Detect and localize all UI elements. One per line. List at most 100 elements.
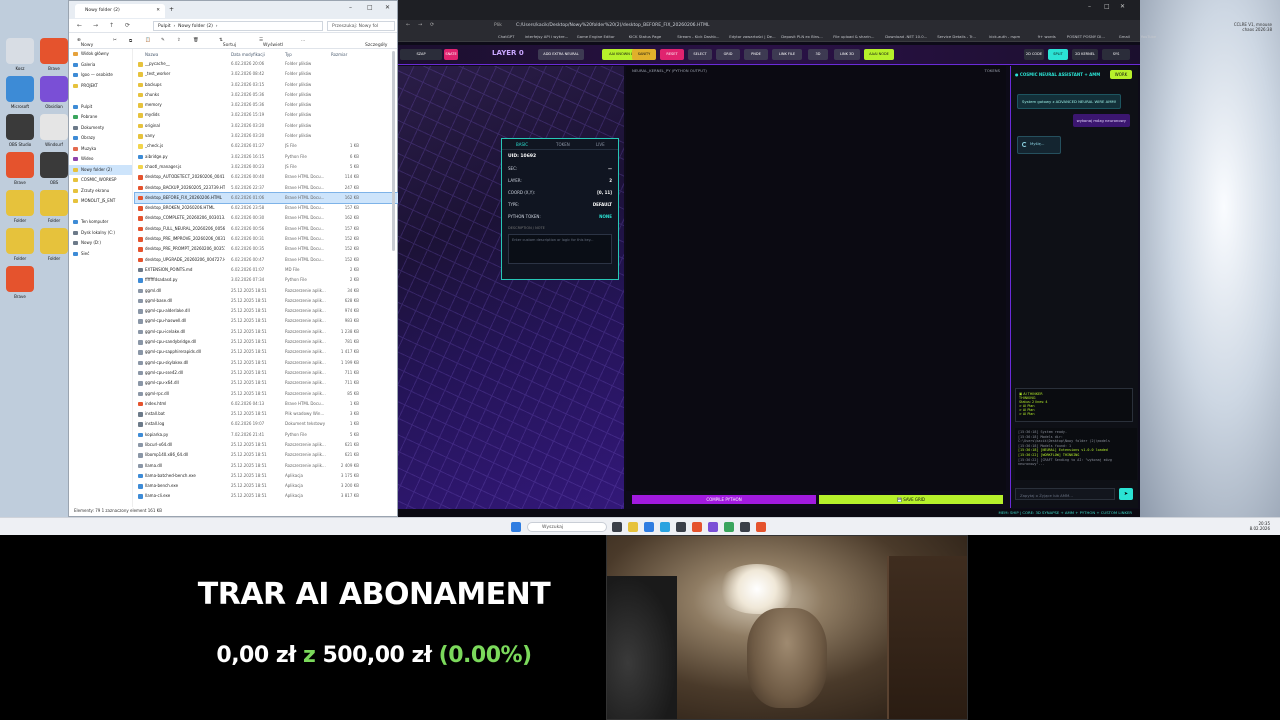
file-row[interactable]: ggml-cpu-haswell.dll 25.12.2025 18:51 Rozs… xyxy=(135,316,399,326)
nav-item[interactable]: Sieć xyxy=(69,249,132,260)
bookmark-item[interactable]: Download .NET 10.0... xyxy=(885,34,927,39)
new-tab-icon[interactable]: + xyxy=(169,6,174,13)
bookmark-item[interactable]: File upload & sharin... xyxy=(833,34,874,39)
desktop-shortcut-icon[interactable] xyxy=(6,152,34,178)
app-toolbar-button[interactable]: SZAP xyxy=(400,49,442,60)
chat-input[interactable]: Zapytaj o Żyjące lub AMM... xyxy=(1015,488,1115,500)
search-input[interactable]: Przeszukaj: Nowy fol xyxy=(327,21,395,31)
file-row[interactable]: ggml-base.dll 25.12.2025 18:51 Rozszerzeni… xyxy=(135,296,399,306)
app-toolbar-button[interactable]: ADD EXTRA NEURAL xyxy=(538,49,584,60)
bookmark-item[interactable]: kick-auth - rspm xyxy=(989,34,1020,39)
file-row[interactable]: llama-bench.exe 25.12.2025 18:51 Aplikacja… xyxy=(135,481,399,491)
file-row[interactable]: desktop_UPGRADE_20260206_004727.HT... 6.0… xyxy=(135,255,399,265)
path-breadcrumb[interactable]: Pulpit › Nowy folder (2) › xyxy=(153,21,323,31)
terminal-taskbar-icon[interactable] xyxy=(740,522,750,532)
nav-item[interactable]: MONOLIT_JS_ENT xyxy=(69,196,132,207)
app-toolbar-button[interactable]: LINK FILE xyxy=(772,49,802,60)
file-row[interactable]: _test_worker 3.02.2026 08:42 Folder plików xyxy=(135,69,399,79)
nav-item[interactable]: Obrazy xyxy=(69,133,132,144)
cut-icon[interactable]: ✂ xyxy=(113,38,117,43)
file-row[interactable]: ggml-cpu-x64.dll 25.12.2025 18:51 Rozszerz… xyxy=(135,378,399,388)
desktop-shortcut-icon[interactable] xyxy=(6,114,34,140)
forward-icon[interactable]: → xyxy=(93,22,98,29)
obs-taskbar-icon[interactable] xyxy=(676,522,686,532)
back-icon[interactable]: ← xyxy=(77,22,82,29)
python-output-area[interactable]: NEURAL_KERNEL_PY (PYTHON OUTPUT) TOKENS xyxy=(626,66,1006,491)
column-type-header[interactable]: Typ xyxy=(285,52,292,57)
file-row[interactable]: install.log 6.02.2026 19:07 Dokument tekst… xyxy=(135,419,399,429)
desktop-shortcut-icon[interactable] xyxy=(40,38,68,64)
desktop-shortcut-icon[interactable] xyxy=(40,190,68,216)
refresh-icon[interactable]: ⟳ xyxy=(125,22,130,29)
app-taskbar-icon[interactable] xyxy=(724,522,734,532)
note-textarea[interactable]: Enter custom description or logic for th… xyxy=(508,234,612,264)
taskview-icon[interactable] xyxy=(612,522,622,532)
app-toolbar-button[interactable]: RESET xyxy=(660,49,684,60)
file-row[interactable]: desktop_PRE_IMPROVE_20260206_003109... 6.… xyxy=(135,234,399,244)
nav-item[interactable]: Galeria xyxy=(69,60,132,71)
3d-viewport[interactable]: BASIC TOKEN LIVE UID: 10692 SEC: — LAYER: 2… xyxy=(398,66,624,517)
compile-python-button[interactable]: COMPILE PYTHON xyxy=(632,495,816,504)
file-row[interactable]: __pycache__ 6.02.2026 20:06 Folder plików xyxy=(135,59,399,69)
file-row[interactable]: llama-batched-bench.exe 25.12.2025 18:51 A… xyxy=(135,471,399,481)
tab-live[interactable]: LIVE xyxy=(596,142,605,147)
paste-icon[interactable]: 📋 xyxy=(145,38,151,43)
edge-taskbar-icon[interactable] xyxy=(644,522,654,532)
file-row[interactable]: vany 3.02.2026 03:20 Folder plików xyxy=(135,131,399,141)
nav-item[interactable]: Nowy (D:) xyxy=(69,238,132,249)
file-row[interactable]: chunks 3.02.2026 05:36 Folder plików xyxy=(135,90,399,100)
nav-item[interactable]: Zrzuty ekranu xyxy=(69,186,132,197)
up-icon[interactable]: ↑ xyxy=(109,22,114,29)
bookmark-item[interactable]: YouTube xyxy=(1141,34,1156,39)
maximize-icon[interactable]: □ xyxy=(1104,3,1110,10)
more-button[interactable]: ... xyxy=(301,38,305,43)
sort-button[interactable]: ⇅ Sortuj xyxy=(219,38,236,48)
app-toolbar-button[interactable]: SELECT xyxy=(688,49,712,60)
start-icon[interactable] xyxy=(511,522,521,532)
bookmark-item[interactable]: Service Details - Tr... xyxy=(937,34,976,39)
nav-item[interactable]: Dysk lokalny (C:) xyxy=(69,228,132,239)
file-row[interactable]: desktop_FULL_NEURAL_20260206_005649... 6.… xyxy=(135,224,399,234)
nav-item[interactable]: Muzyka xyxy=(69,144,132,155)
file-row[interactable]: desktop_AUTODETECT_20260206_00417... 6.02… xyxy=(135,172,399,182)
bookmark-item[interactable]: 9+ words xyxy=(1038,34,1056,39)
app-toolbar-button[interactable]: SNATE xyxy=(444,49,458,60)
app-toolbar-button[interactable]: 3D xyxy=(808,49,828,60)
app-toolbar-button[interactable]: 2D CODE xyxy=(1024,49,1044,60)
explorer-tab[interactable]: Nowy folder (2) ✕ xyxy=(75,4,165,18)
file-row[interactable]: ggml.dll 25.12.2025 18:51 Rozszerzenie apl… xyxy=(135,286,399,296)
save-grid-button[interactable]: 💾 SAVE GRID xyxy=(819,495,1003,504)
bookmark-item[interactable]: POSNET POSNY DI... xyxy=(1067,34,1105,39)
copy-icon[interactable]: ⧉ xyxy=(129,38,132,44)
bookmark-item[interactable]: interfejsy API i wykre... xyxy=(525,34,568,39)
file-row[interactable]: ggml-rpc.dll 25.12.2025 18:51 Rozszerzenie… xyxy=(135,389,399,399)
file-row[interactable]: ggml-cpu-sse42.dll 25.12.2025 18:51 Rozsze… xyxy=(135,368,399,378)
desktop-shortcut-icon[interactable] xyxy=(6,228,34,254)
tab-basic[interactable]: BASIC xyxy=(516,142,528,147)
delete-icon[interactable]: 🗑 xyxy=(193,38,199,43)
file-row[interactable]: kopiarka.py 7.02.2026 21:41 Python File 5 K… xyxy=(135,430,399,440)
url-field[interactable]: C:/Users/kacik/Desktop/Nowy%20folder%20(… xyxy=(516,23,710,28)
file-row[interactable]: install.bat 25.12.2025 18:51 Plik wsadowy … xyxy=(135,409,399,419)
forward-icon[interactable]: → xyxy=(418,22,422,28)
file-row[interactable]: desktop_PRE_PROMPT_20260206_003517... 6.0… xyxy=(135,244,399,254)
file-row[interactable]: ggml-cpu-sapphirerapids.dll 25.12.2025 18… xyxy=(135,347,399,357)
nav-item[interactable]: COSMIC_WORKSP xyxy=(69,175,132,186)
back-icon[interactable]: ← xyxy=(406,22,410,28)
file-row[interactable]: ggml-cpu-skylakex.dll 25.12.2025 18:51 Roz… xyxy=(135,358,399,368)
file-row[interactable]: fffffffdsadasd.py 3.02.2026 07:34 Python F… xyxy=(135,275,399,285)
file-row[interactable]: desktop_BACKUP_20260205_223739.HTML 5.02.… xyxy=(135,183,399,193)
taskbar-search[interactable]: Wyszukaj xyxy=(527,522,607,532)
desktop-shortcut-icon[interactable] xyxy=(40,152,68,178)
bookmark-item[interactable]: KICK Status Page xyxy=(629,34,661,39)
file-row[interactable]: aibridge.py 3.02.2026 16:15 Python File 6 K… xyxy=(135,152,399,162)
nav-item[interactable]: Widok główny xyxy=(69,49,132,60)
column-date-header[interactable]: Data modyfikacji xyxy=(231,52,265,57)
app-toolbar-button[interactable]: PNDE xyxy=(744,49,768,60)
app-toolbar-button[interactable]: SPLIT xyxy=(1048,49,1068,60)
nav-item[interactable]: Pulpit xyxy=(69,102,132,113)
nav-item[interactable]: Ten komputer xyxy=(69,217,132,228)
close-window-icon[interactable]: ✕ xyxy=(385,4,390,11)
desktop-shortcut-icon[interactable] xyxy=(6,266,34,292)
file-row[interactable]: desktop_BROKEN_20260206.HTML 6.02.2026 23… xyxy=(135,203,399,213)
